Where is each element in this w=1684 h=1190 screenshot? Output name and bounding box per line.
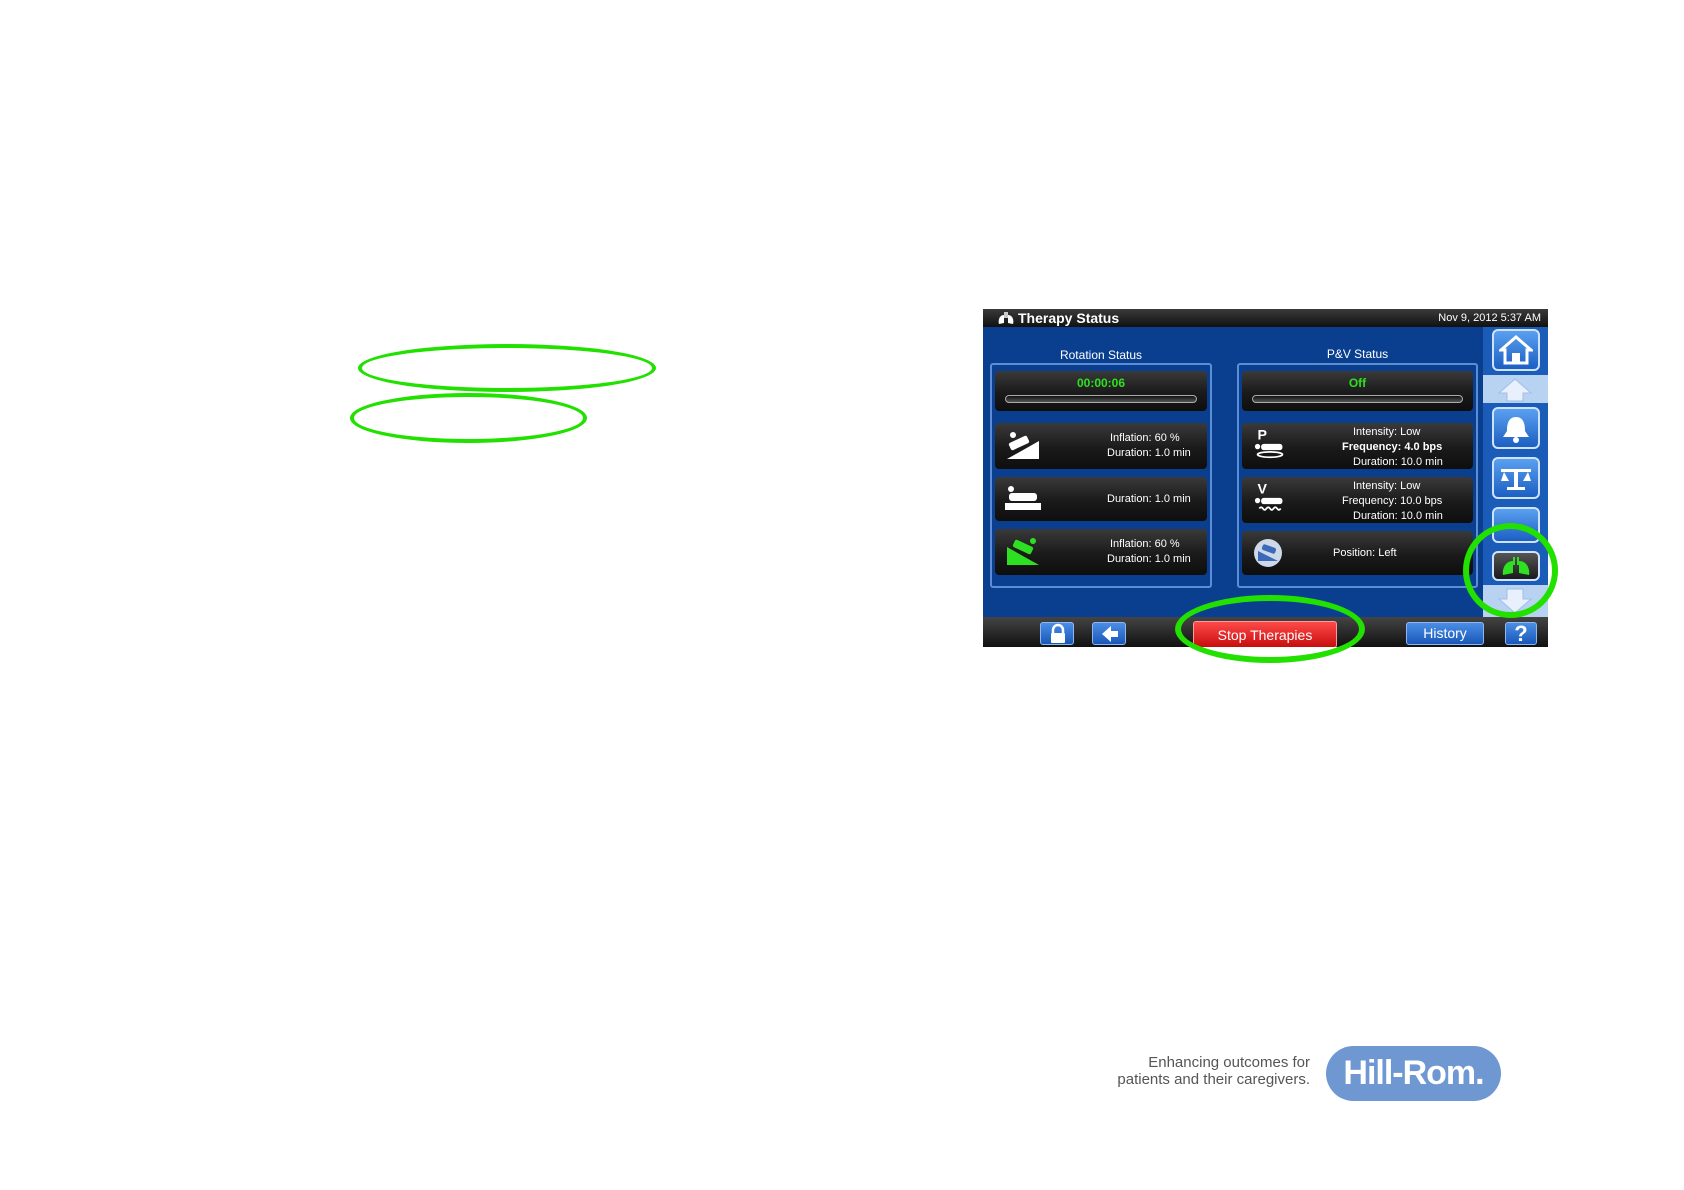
position-tile[interactable]: Position: Left: [1242, 531, 1473, 575]
main-content: Rotation Status P&V Status 00:00:06 Infl…: [983, 327, 1483, 617]
vibration-duration: Duration: 10.0 min: [1353, 510, 1443, 522]
rotate-left-patient-icon-green: [1007, 538, 1039, 565]
pv-status-tile: Off: [1242, 371, 1473, 411]
annotation-oval-top: [358, 344, 656, 392]
brand-tagline: Enhancing outcomes for patients and thei…: [1090, 1054, 1310, 1088]
annotation-oval-lower: [350, 393, 587, 443]
position-value: Position: Left: [1333, 547, 1397, 559]
back-button[interactable]: [1092, 622, 1126, 645]
vibration-intensity: Intensity: Low: [1353, 480, 1421, 492]
vibration-tile[interactable]: V Intensity: Low Frequency: 10.0 bps Dur…: [1242, 477, 1473, 523]
percussion-tile[interactable]: P Intensity: Low Frequency: 4.0 bps Dura…: [1242, 423, 1473, 469]
alarm-button[interactable]: [1492, 407, 1540, 449]
brand-tagline-line1: Enhancing outcomes for: [1148, 1054, 1310, 1071]
home-icon: [1499, 335, 1533, 365]
pv-status-value: Off: [1348, 376, 1367, 390]
title-bar: Therapy Status Nov 9, 2012 5:37 AM: [983, 309, 1548, 327]
help-icon: ?: [1514, 621, 1528, 646]
rotation-left-inflation: Inflation: 60 %: [1110, 538, 1180, 550]
rotation-left-tile[interactable]: Inflation: 60 % Duration: 1.0 min: [995, 529, 1207, 575]
home-button[interactable]: [1492, 329, 1540, 371]
bell-icon: [1503, 417, 1529, 443]
percussion-intensity: Intensity: Low: [1353, 426, 1421, 438]
vibration-frequency: Frequency: 10.0 bps: [1342, 495, 1443, 507]
up-arrow-icon: [1497, 378, 1533, 402]
annotation-oval-lungs-button: [1463, 523, 1558, 618]
rotation-right-duration: Duration: 1.0 min: [1107, 447, 1191, 459]
scale-icon: [1501, 469, 1531, 490]
rotation-right-tile[interactable]: Inflation: 60 % Duration: 1.0 min: [995, 423, 1207, 469]
up-arrow-button[interactable]: [1483, 375, 1548, 403]
lock-button[interactable]: [1040, 622, 1074, 645]
percussion-p-icon: P: [1254, 427, 1284, 459]
patient-position-icon: [1254, 539, 1282, 567]
back-arrow-icon: [1102, 626, 1118, 642]
page-title: Therapy Status: [1018, 310, 1120, 326]
lock-icon: [1051, 623, 1065, 643]
rotation-timer-tile: 00:00:06: [995, 371, 1207, 411]
percussion-frequency: Frequency: 4.0 bps: [1342, 441, 1443, 453]
vibration-v-icon: V: [1254, 481, 1283, 511]
rotation-progress-bar: [1005, 395, 1197, 403]
hill-rom-logo: Hill-Rom.: [1326, 1046, 1501, 1101]
datetime: Nov 9, 2012 5:37 AM: [1438, 312, 1541, 324]
history-label: History: [1423, 625, 1467, 641]
rotation-right-inflation: Inflation: 60 %: [1110, 432, 1180, 444]
lungs-icon: [998, 312, 1014, 324]
brand-tagline-line2: patients and their caregivers.: [1117, 1071, 1310, 1088]
rotation-status-title: Rotation Status: [1059, 348, 1143, 362]
pv-status-title: P&V Status: [1326, 347, 1389, 361]
history-button[interactable]: History: [1406, 622, 1484, 645]
help-button[interactable]: ?: [1505, 622, 1537, 645]
rotation-timer: 00:00:06: [1076, 376, 1126, 390]
svg-text:P: P: [1258, 427, 1267, 443]
pv-progress-bar: [1252, 395, 1463, 403]
scale-button[interactable]: [1492, 457, 1540, 499]
flat-patient-icon: [1005, 486, 1041, 510]
annotation-oval-stop-therapies: [1175, 595, 1365, 663]
rotation-flat-tile[interactable]: Duration: 1.0 min: [995, 477, 1207, 521]
percussion-duration: Duration: 10.0 min: [1353, 456, 1443, 468]
rotate-right-patient-icon: [1007, 432, 1039, 459]
rotation-left-duration: Duration: 1.0 min: [1107, 553, 1191, 565]
rotation-flat-duration: Duration: 1.0 min: [1107, 493, 1191, 505]
svg-text:V: V: [1258, 481, 1268, 497]
